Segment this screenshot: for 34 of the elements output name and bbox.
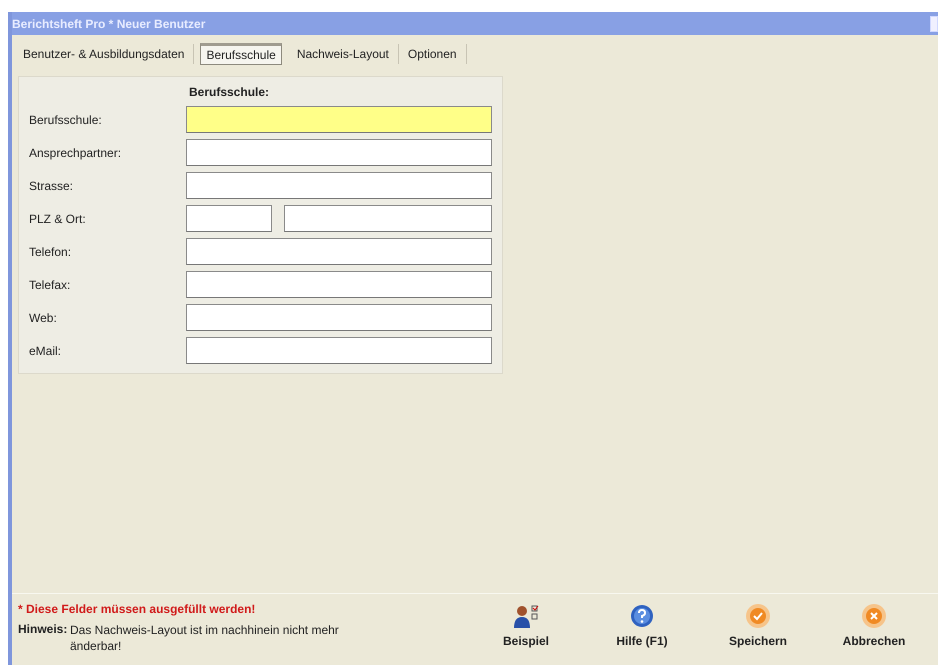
tab[interactable]: Optionen	[398, 44, 467, 64]
tab[interactable]: Benutzer- & Ausbildungsdaten	[14, 44, 194, 64]
section-heading: Berufsschule:	[189, 84, 270, 101]
field-label: PLZ & Ort:	[29, 212, 87, 226]
toolbar-button[interactable]: Speichern	[700, 602, 816, 665]
toolbar-button[interactable]: Abbrechen	[816, 602, 932, 665]
tab[interactable]: Berufsschule	[200, 43, 282, 65]
input-field[interactable]	[186, 205, 272, 232]
field-label: Ansprechpartner:	[29, 146, 122, 160]
check-icon	[745, 603, 771, 629]
person-checklist-icon	[513, 604, 539, 628]
hint-text: Das Nachweis-Layout ist im nachhinein nicht mehr änderbar!	[69, 622, 340, 654]
toolbar-button[interactable]: Hilfe (F1)	[584, 602, 700, 665]
input-field[interactable]	[186, 238, 492, 265]
input-field[interactable]	[186, 304, 492, 331]
field-label: Berufsschule:	[29, 112, 103, 126]
field-label: eMail:	[29, 344, 62, 358]
hint-label: Hinweis:	[18, 622, 68, 638]
field-label: Telefon:	[29, 244, 72, 258]
input-field[interactable]	[186, 337, 492, 364]
required-note: * Diese Felder müssen ausgefüllt werden!	[18, 602, 256, 618]
cancel-icon	[861, 603, 887, 629]
field-label: Strasse:	[29, 178, 74, 192]
input-field[interactable]	[186, 271, 492, 298]
input-field[interactable]	[186, 139, 492, 166]
field-label: Web:	[29, 310, 58, 324]
input-field[interactable]	[186, 106, 492, 133]
field-label: Telefax:	[29, 278, 72, 292]
tab[interactable]: Nachweis-Layout	[288, 44, 399, 64]
help-icon	[630, 604, 654, 628]
input-field[interactable]	[186, 172, 492, 199]
window-title: Berichtsheft Pro * Neuer Benutzer	[12, 16, 206, 30]
toolbar-button[interactable]: Beispiel	[468, 602, 584, 665]
input-field[interactable]	[284, 205, 492, 232]
